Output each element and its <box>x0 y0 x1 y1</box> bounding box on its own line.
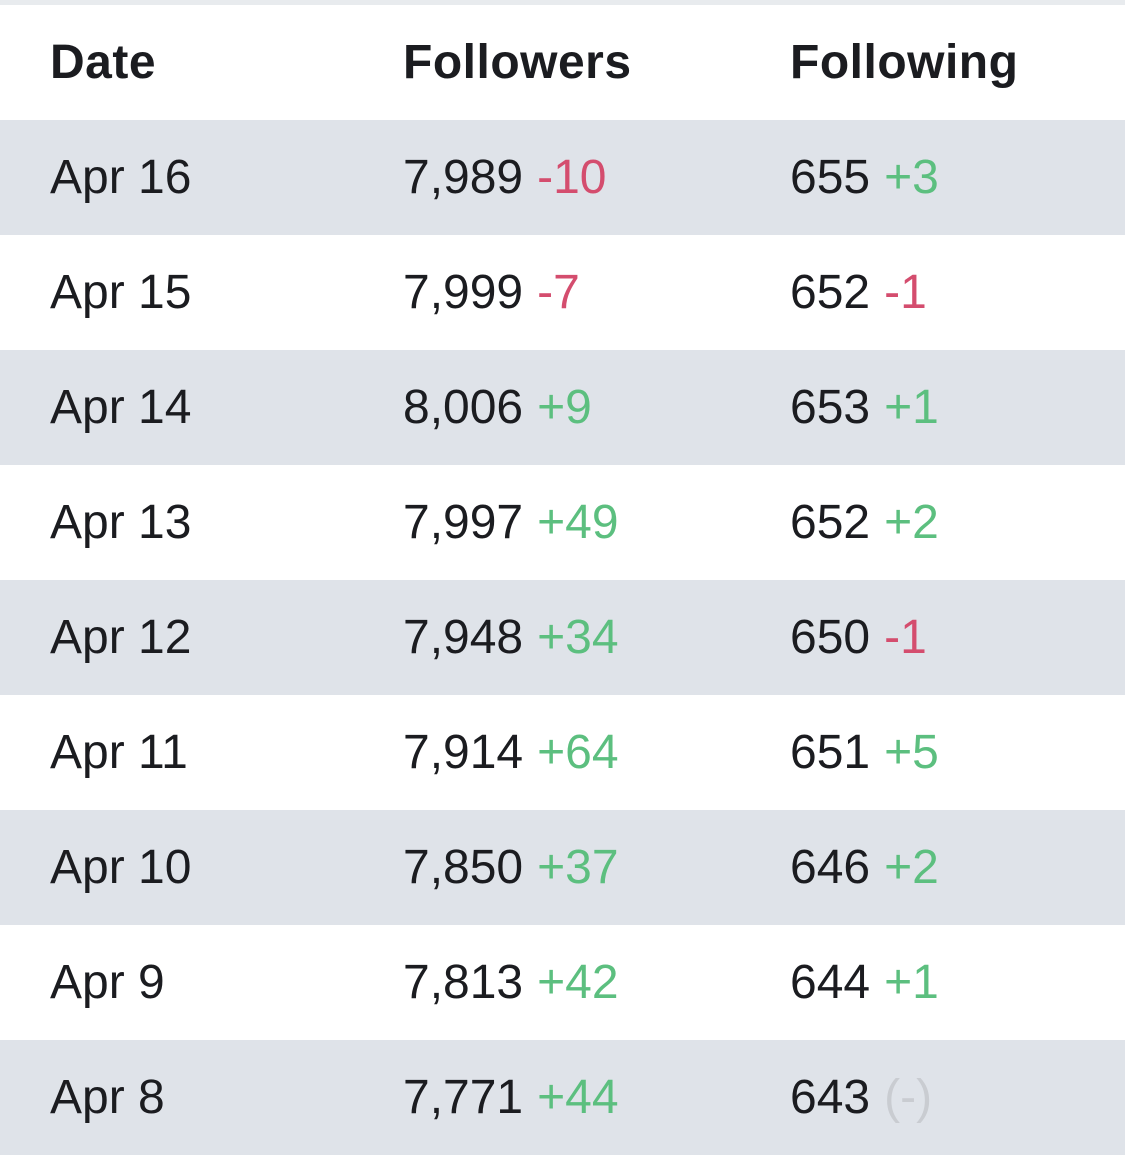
followers-delta: +64 <box>537 726 619 779</box>
header-date: Date <box>50 36 157 89</box>
following-cell: 646 +2 <box>790 810 939 925</box>
followers-delta: -7 <box>537 266 580 319</box>
following-delta: +1 <box>884 956 939 1009</box>
followers-count: 7,771 <box>403 1071 524 1124</box>
following-delta: -1 <box>884 266 927 319</box>
date-cell: Apr 14 <box>50 381 192 434</box>
following-delta: +5 <box>884 726 939 779</box>
followers-cell: 7,999 -7 <box>403 235 580 350</box>
following-cell: 651 +5 <box>790 695 939 810</box>
table-row: Apr 11 7,914 +64 651 +5 <box>0 695 1125 810</box>
following-delta: +2 <box>884 841 939 894</box>
table-row: Apr 14 8,006 +9 653 +1 <box>0 350 1125 465</box>
followers-cell: 7,771 +44 <box>403 1040 619 1155</box>
followers-count: 8,006 <box>403 381 524 434</box>
stats-table: Date Followers Following Apr 16 7,989 -10 6… <box>0 5 1125 1155</box>
following-count: 652 <box>790 496 871 549</box>
followers-cell: 8,006 +9 <box>403 350 592 465</box>
following-cell: 644 +1 <box>790 925 939 1040</box>
followers-delta: -10 <box>537 151 607 204</box>
followers-cell: 7,813 +42 <box>403 925 619 1040</box>
followers-count: 7,997 <box>403 496 524 549</box>
followers-cell: 7,989 -10 <box>403 120 607 235</box>
date-cell: Apr 8 <box>50 1071 165 1124</box>
following-count: 655 <box>790 151 871 204</box>
table-row: Apr 16 7,989 -10 655 +3 <box>0 120 1125 235</box>
followers-cell: 7,914 +64 <box>403 695 619 810</box>
followers-count: 7,813 <box>403 956 524 1009</box>
followers-cell: 7,997 +49 <box>403 465 619 580</box>
followers-count: 7,948 <box>403 611 524 664</box>
followers-delta: +37 <box>537 841 619 894</box>
following-count: 643 <box>790 1071 871 1124</box>
following-count: 646 <box>790 841 871 894</box>
following-cell: 643 (-) <box>790 1040 932 1155</box>
header-following: Following <box>790 36 1019 89</box>
followers-delta: +44 <box>537 1071 619 1124</box>
following-count: 652 <box>790 266 871 319</box>
followers-cell: 7,850 +37 <box>403 810 619 925</box>
following-delta: +3 <box>884 151 939 204</box>
date-cell: Apr 9 <box>50 956 165 1009</box>
following-cell: 652 -1 <box>790 235 927 350</box>
followers-delta: +34 <box>537 611 619 664</box>
followers-delta: +49 <box>537 496 619 549</box>
table-row: Apr 9 7,813 +42 644 +1 <box>0 925 1125 1040</box>
following-delta: +1 <box>884 381 939 434</box>
table-row: Apr 12 7,948 +34 650 -1 <box>0 580 1125 695</box>
following-cell: 652 +2 <box>790 465 939 580</box>
following-delta: (-) <box>884 1071 933 1124</box>
date-cell: Apr 10 <box>50 841 192 894</box>
table-row: Apr 8 7,771 +44 643 (-) <box>0 1040 1125 1155</box>
followers-cell: 7,948 +34 <box>403 580 619 695</box>
date-cell: Apr 13 <box>50 496 192 549</box>
following-count: 644 <box>790 956 871 1009</box>
following-delta: -1 <box>884 611 927 664</box>
followers-count: 7,999 <box>403 266 524 319</box>
date-cell: Apr 12 <box>50 611 192 664</box>
following-count: 653 <box>790 381 871 434</box>
followers-delta: +42 <box>537 956 619 1009</box>
date-cell: Apr 16 <box>50 151 192 204</box>
table-body: Apr 16 7,989 -10 655 +3 Apr 15 7,999 -7 652 -1 Apr… <box>0 120 1125 1155</box>
followers-count: 7,914 <box>403 726 524 779</box>
followers-count: 7,850 <box>403 841 524 894</box>
following-delta: +2 <box>884 496 939 549</box>
date-cell: Apr 15 <box>50 266 192 319</box>
following-cell: 650 -1 <box>790 580 927 695</box>
table-header: Date Followers Following <box>0 5 1125 120</box>
following-cell: 655 +3 <box>790 120 939 235</box>
table-row: Apr 15 7,999 -7 652 -1 <box>0 235 1125 350</box>
date-cell: Apr 11 <box>50 726 188 779</box>
table-row: Apr 13 7,997 +49 652 +2 <box>0 465 1125 580</box>
following-count: 650 <box>790 611 871 664</box>
table-row: Apr 10 7,850 +37 646 +2 <box>0 810 1125 925</box>
followers-delta: +9 <box>537 381 592 434</box>
following-count: 651 <box>790 726 871 779</box>
followers-count: 7,989 <box>403 151 524 204</box>
header-followers: Followers <box>403 36 632 89</box>
following-cell: 653 +1 <box>790 350 939 465</box>
